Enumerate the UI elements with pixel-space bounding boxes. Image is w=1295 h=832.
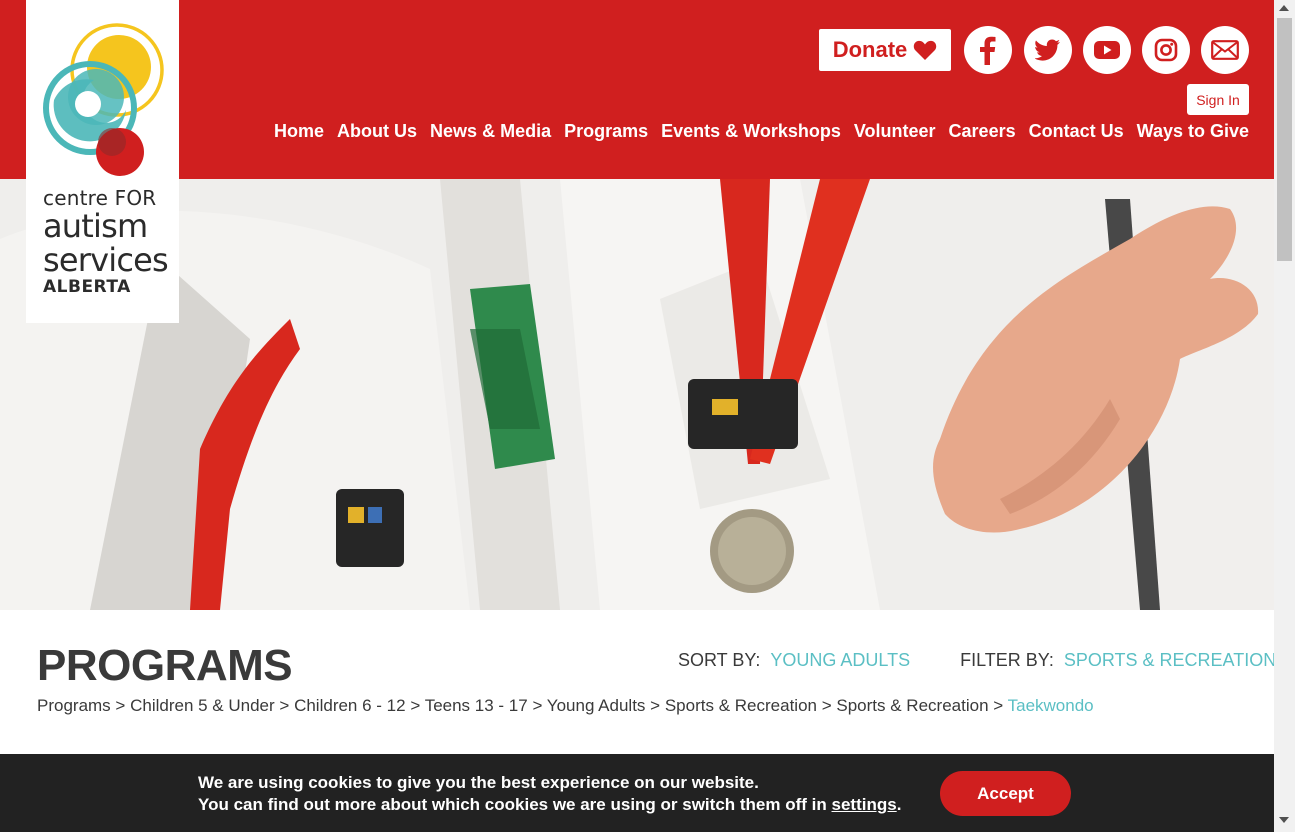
main-nav: Home About Us News & Media Programs Even… [274, 121, 1249, 142]
youtube-icon [1094, 41, 1120, 59]
scroll-up-arrow-icon[interactable] [1279, 5, 1289, 11]
facebook-icon [980, 36, 996, 65]
site-logo[interactable]: centre FOR autism services ALBERTA [26, 0, 179, 323]
cookie-message-line2: You can find out more about which cookie… [198, 794, 901, 816]
nav-news-media[interactable]: News & Media [430, 121, 551, 142]
nav-about-us[interactable]: About Us [337, 121, 417, 142]
accept-cookies-button[interactable]: Accept [940, 771, 1071, 816]
filter-label: FILTER BY: [960, 650, 1054, 670]
filter-value[interactable]: SPORTS & RECREATION [1064, 650, 1276, 670]
donate-label: Donate [832, 37, 908, 62]
heart-icon [914, 40, 937, 60]
breadcrumb-item[interactable]: Children 6 - 12 [294, 696, 406, 715]
breadcrumb-separator: > [410, 696, 421, 715]
sort-label: SORT BY: [678, 650, 761, 670]
breadcrumb-separator: > [821, 696, 832, 715]
email-link[interactable] [1201, 26, 1249, 74]
breadcrumb-item[interactable]: Sports & Recreation [665, 696, 817, 715]
logo-text: centre FOR autism services ALBERTA [43, 186, 169, 297]
cookie-message: We are using cookies to give you the bes… [198, 772, 901, 816]
breadcrumb-current: Taekwondo [1007, 696, 1094, 715]
scrollbar-thumb[interactable] [1277, 18, 1292, 261]
facebook-link[interactable] [964, 26, 1012, 74]
hero-image [0, 179, 1274, 610]
sort-value[interactable]: YOUNG ADULTS [770, 650, 910, 670]
nav-home[interactable]: Home [274, 121, 324, 142]
breadcrumb-item[interactable]: Young Adults [547, 696, 646, 715]
cookie-line2-suffix: . [896, 795, 902, 814]
breadcrumb-separator: > [993, 696, 1004, 715]
cookie-banner: We are using cookies to give you the bes… [0, 754, 1274, 832]
instagram-link[interactable] [1142, 26, 1190, 74]
twitter-icon [1035, 39, 1060, 61]
donate-button[interactable]: Donate [819, 29, 951, 71]
nav-events-workshops[interactable]: Events & Workshops [661, 121, 841, 142]
cookie-message-line1: We are using cookies to give you the bes… [198, 773, 759, 792]
sort-filter-bar: SORT BY: YOUNG ADULTS FILTER BY: SPORTS … [678, 650, 1276, 671]
logo-line-alberta: ALBERTA [43, 277, 131, 297]
page-scrollbar[interactable] [1274, 0, 1295, 832]
logo-mark-icon [43, 23, 164, 176]
breadcrumb-item[interactable]: Programs [37, 696, 111, 715]
scroll-down-arrow-icon[interactable] [1279, 817, 1289, 823]
cookie-line2-prefix: You can find out more about which cookie… [198, 795, 827, 814]
twitter-link[interactable] [1024, 26, 1072, 74]
email-icon [1211, 40, 1239, 60]
breadcrumb-separator: > [532, 696, 543, 715]
nav-contact-us[interactable]: Contact Us [1029, 121, 1124, 142]
breadcrumb: Programs > Children 5 & Under > Children… [37, 696, 1094, 716]
instagram-icon [1154, 38, 1178, 62]
nav-careers[interactable]: Careers [949, 121, 1016, 142]
breadcrumb-item[interactable]: Teens 13 - 17 [425, 696, 528, 715]
page-title: PROGRAMS [37, 641, 293, 690]
breadcrumb-separator: > [115, 696, 126, 715]
breadcrumb-separator: > [279, 696, 290, 715]
nav-volunteer[interactable]: Volunteer [854, 121, 936, 142]
logo-line-centre-for: centre FOR [43, 186, 157, 210]
nav-programs[interactable]: Programs [564, 121, 648, 142]
logo-line-services: services [43, 241, 169, 279]
site-header: Donate Sign In Home About Us News & Medi… [0, 0, 1274, 179]
nav-ways-to-give[interactable]: Ways to Give [1137, 121, 1249, 142]
sign-in-button[interactable]: Sign In [1187, 84, 1249, 115]
breadcrumb-separator: > [650, 696, 661, 715]
taekwondo-photo [0, 179, 1274, 610]
youtube-link[interactable] [1083, 26, 1131, 74]
logo-line-autism: autism [43, 207, 148, 245]
cookie-settings-link[interactable]: settings [832, 795, 897, 814]
breadcrumb-item[interactable]: Children 5 & Under [130, 696, 275, 715]
breadcrumb-item[interactable]: Sports & Recreation [836, 696, 988, 715]
